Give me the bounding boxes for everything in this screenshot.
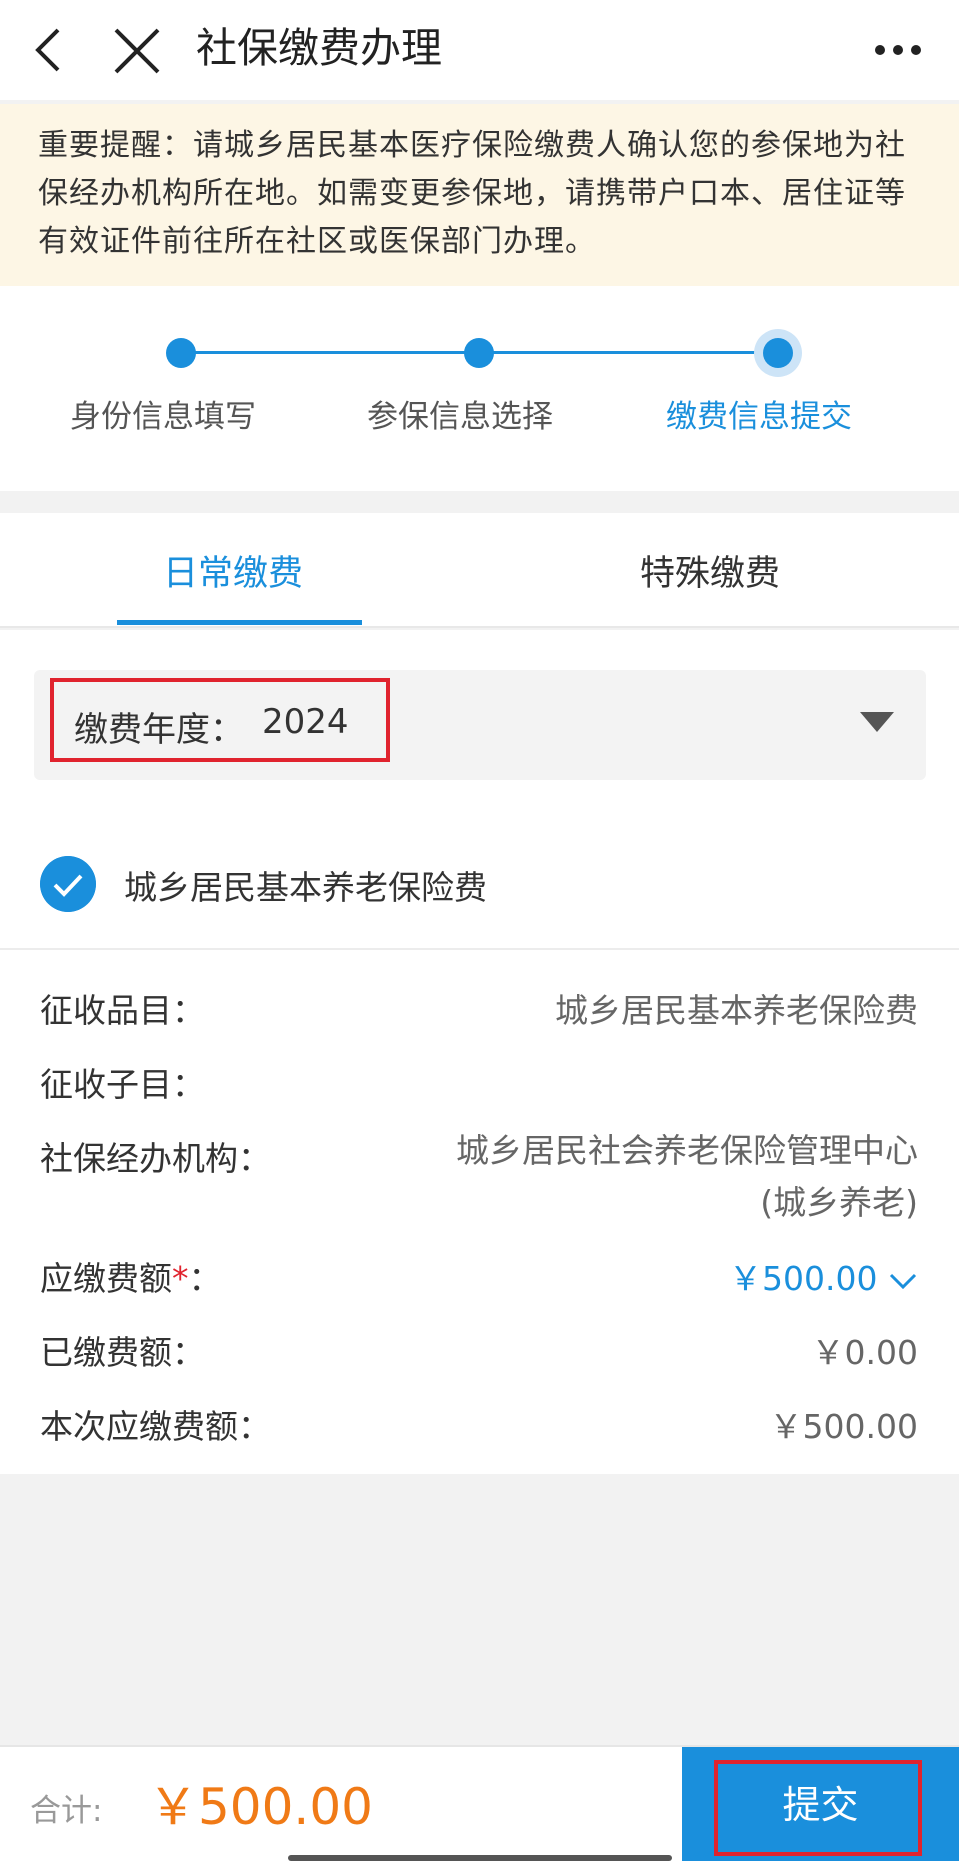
step-label-insurance: 参保信息选择 (367, 399, 553, 435)
progress-steps: 身份信息填写 参保信息选择 缴费信息提交 (0, 286, 959, 491)
category-label: 征收品目： (40, 991, 205, 1030)
back-icon[interactable] (28, 22, 76, 78)
close-icon[interactable] (110, 22, 166, 78)
category-value: 城乡居民基本养老保险费 (555, 991, 918, 1030)
total-amount: ￥500.00 (148, 1778, 373, 1836)
page-title: 社保缴费办理 (196, 24, 442, 72)
active-tab-indicator (117, 620, 362, 625)
paid-value: ￥0.00 (811, 1333, 918, 1372)
dropdown-arrow-icon (860, 712, 894, 732)
important-notice: 重要提醒：请城乡居民基本医疗保险缴费人确认您的参保地为社保经办机构所在地。如需变… (0, 104, 959, 286)
step-dot-1 (166, 338, 196, 368)
payable-label-colon: ： (188, 1259, 222, 1298)
step-label-identity: 身份信息填写 (70, 399, 256, 435)
fee-item-header[interactable]: 城乡居民基本养老保险费 (0, 816, 959, 950)
home-indicator (288, 1855, 672, 1861)
paid-label: 已缴费额： (40, 1333, 205, 1372)
subcategory-label: 征收子目： (40, 1065, 205, 1104)
required-asterisk: * (172, 1259, 189, 1298)
payment-tabs: 日常缴费 特殊缴费 (0, 513, 959, 628)
tab-daily-payment[interactable]: 日常缴费 (163, 545, 303, 596)
step-dot-3 (763, 338, 793, 368)
payable-value: ￥500.00 (729, 1259, 878, 1298)
payable-amount-select[interactable]: ￥500.00 (729, 1252, 918, 1300)
year-highlight-box (50, 678, 390, 762)
step-dot-2 (464, 338, 494, 368)
current-payable-value: ￥500.00 (769, 1407, 918, 1446)
payable-label: 应缴费额*： (40, 1252, 222, 1300)
more-icon[interactable] (868, 30, 928, 70)
tab-special-payment[interactable]: 特殊缴费 (640, 545, 780, 596)
submit-highlight-box (714, 1760, 922, 1856)
current-payable-label: 本次应缴费额： (40, 1407, 271, 1446)
fee-item-name: 城乡居民基本养老保险费 (124, 868, 487, 907)
step-label-payment: 缴费信息提交 (666, 399, 852, 435)
agency-label: 社保经办机构： (40, 1139, 271, 1178)
nav-bar: 社保缴费办理 (0, 0, 959, 100)
checkbox-checked-icon[interactable] (40, 856, 96, 912)
chevron-down-icon (889, 1273, 917, 1289)
total-label: 合计: (30, 1793, 103, 1829)
fee-item-card: 城乡居民基本养老保险费 征收品目： 城乡居民基本养老保险费 征收子目： 社保经办… (0, 816, 959, 1474)
payable-label-text: 应缴费额 (40, 1259, 172, 1298)
agency-value: 城乡居民社会养老保险管理中心(城乡养老) (456, 1131, 918, 1222)
